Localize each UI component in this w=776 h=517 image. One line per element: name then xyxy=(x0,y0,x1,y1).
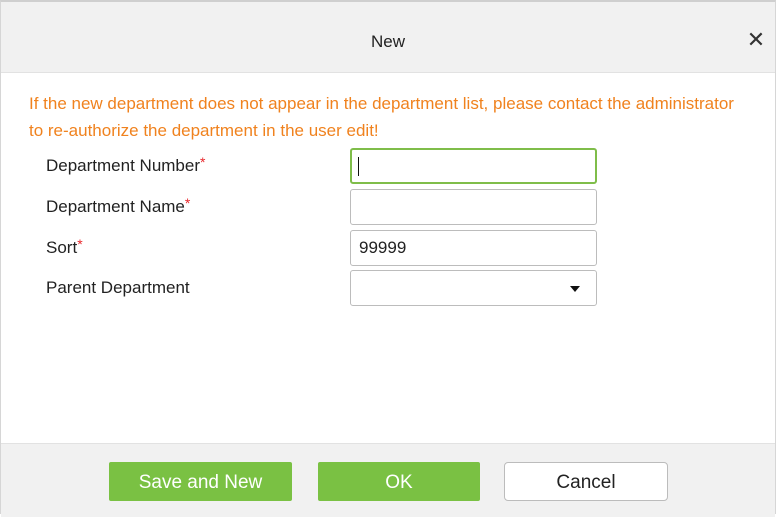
notice-text: If the new department does not appear in… xyxy=(29,94,734,140)
dialog-titlebar: New ✕ xyxy=(1,2,775,73)
form-row-parent-department: Parent Department xyxy=(1,270,775,306)
new-department-dialog: New ✕ If the new department does not app… xyxy=(0,0,776,517)
close-icon[interactable]: ✕ xyxy=(745,29,767,51)
text-cursor xyxy=(358,157,359,176)
sort-label: Sort* xyxy=(46,236,83,257)
save-and-new-button[interactable]: Save and New xyxy=(109,462,292,501)
required-mark: * xyxy=(200,154,206,170)
parent-department-select[interactable] xyxy=(350,270,597,306)
chevron-down-icon[interactable] xyxy=(570,286,580,292)
department-number-label: Department Number* xyxy=(46,154,206,175)
dialog-footer: Save and New OK Cancel xyxy=(1,443,775,517)
sort-input[interactable] xyxy=(350,230,597,266)
required-mark: * xyxy=(77,236,83,252)
parent-department-label: Parent Department xyxy=(46,278,190,297)
department-name-input[interactable] xyxy=(350,189,597,225)
cancel-button[interactable]: Cancel xyxy=(504,462,668,501)
required-mark: * xyxy=(184,195,191,211)
form-row-sort: Sort* xyxy=(1,230,775,266)
dialog-title: New xyxy=(370,32,405,51)
ok-button[interactable]: OK xyxy=(318,462,480,501)
form-row-department-name: Department Name* xyxy=(1,189,775,225)
department-name-label: Department Name* xyxy=(46,195,191,216)
form-row-department-number: Department Number* xyxy=(1,148,775,184)
department-number-input[interactable] xyxy=(350,148,597,184)
